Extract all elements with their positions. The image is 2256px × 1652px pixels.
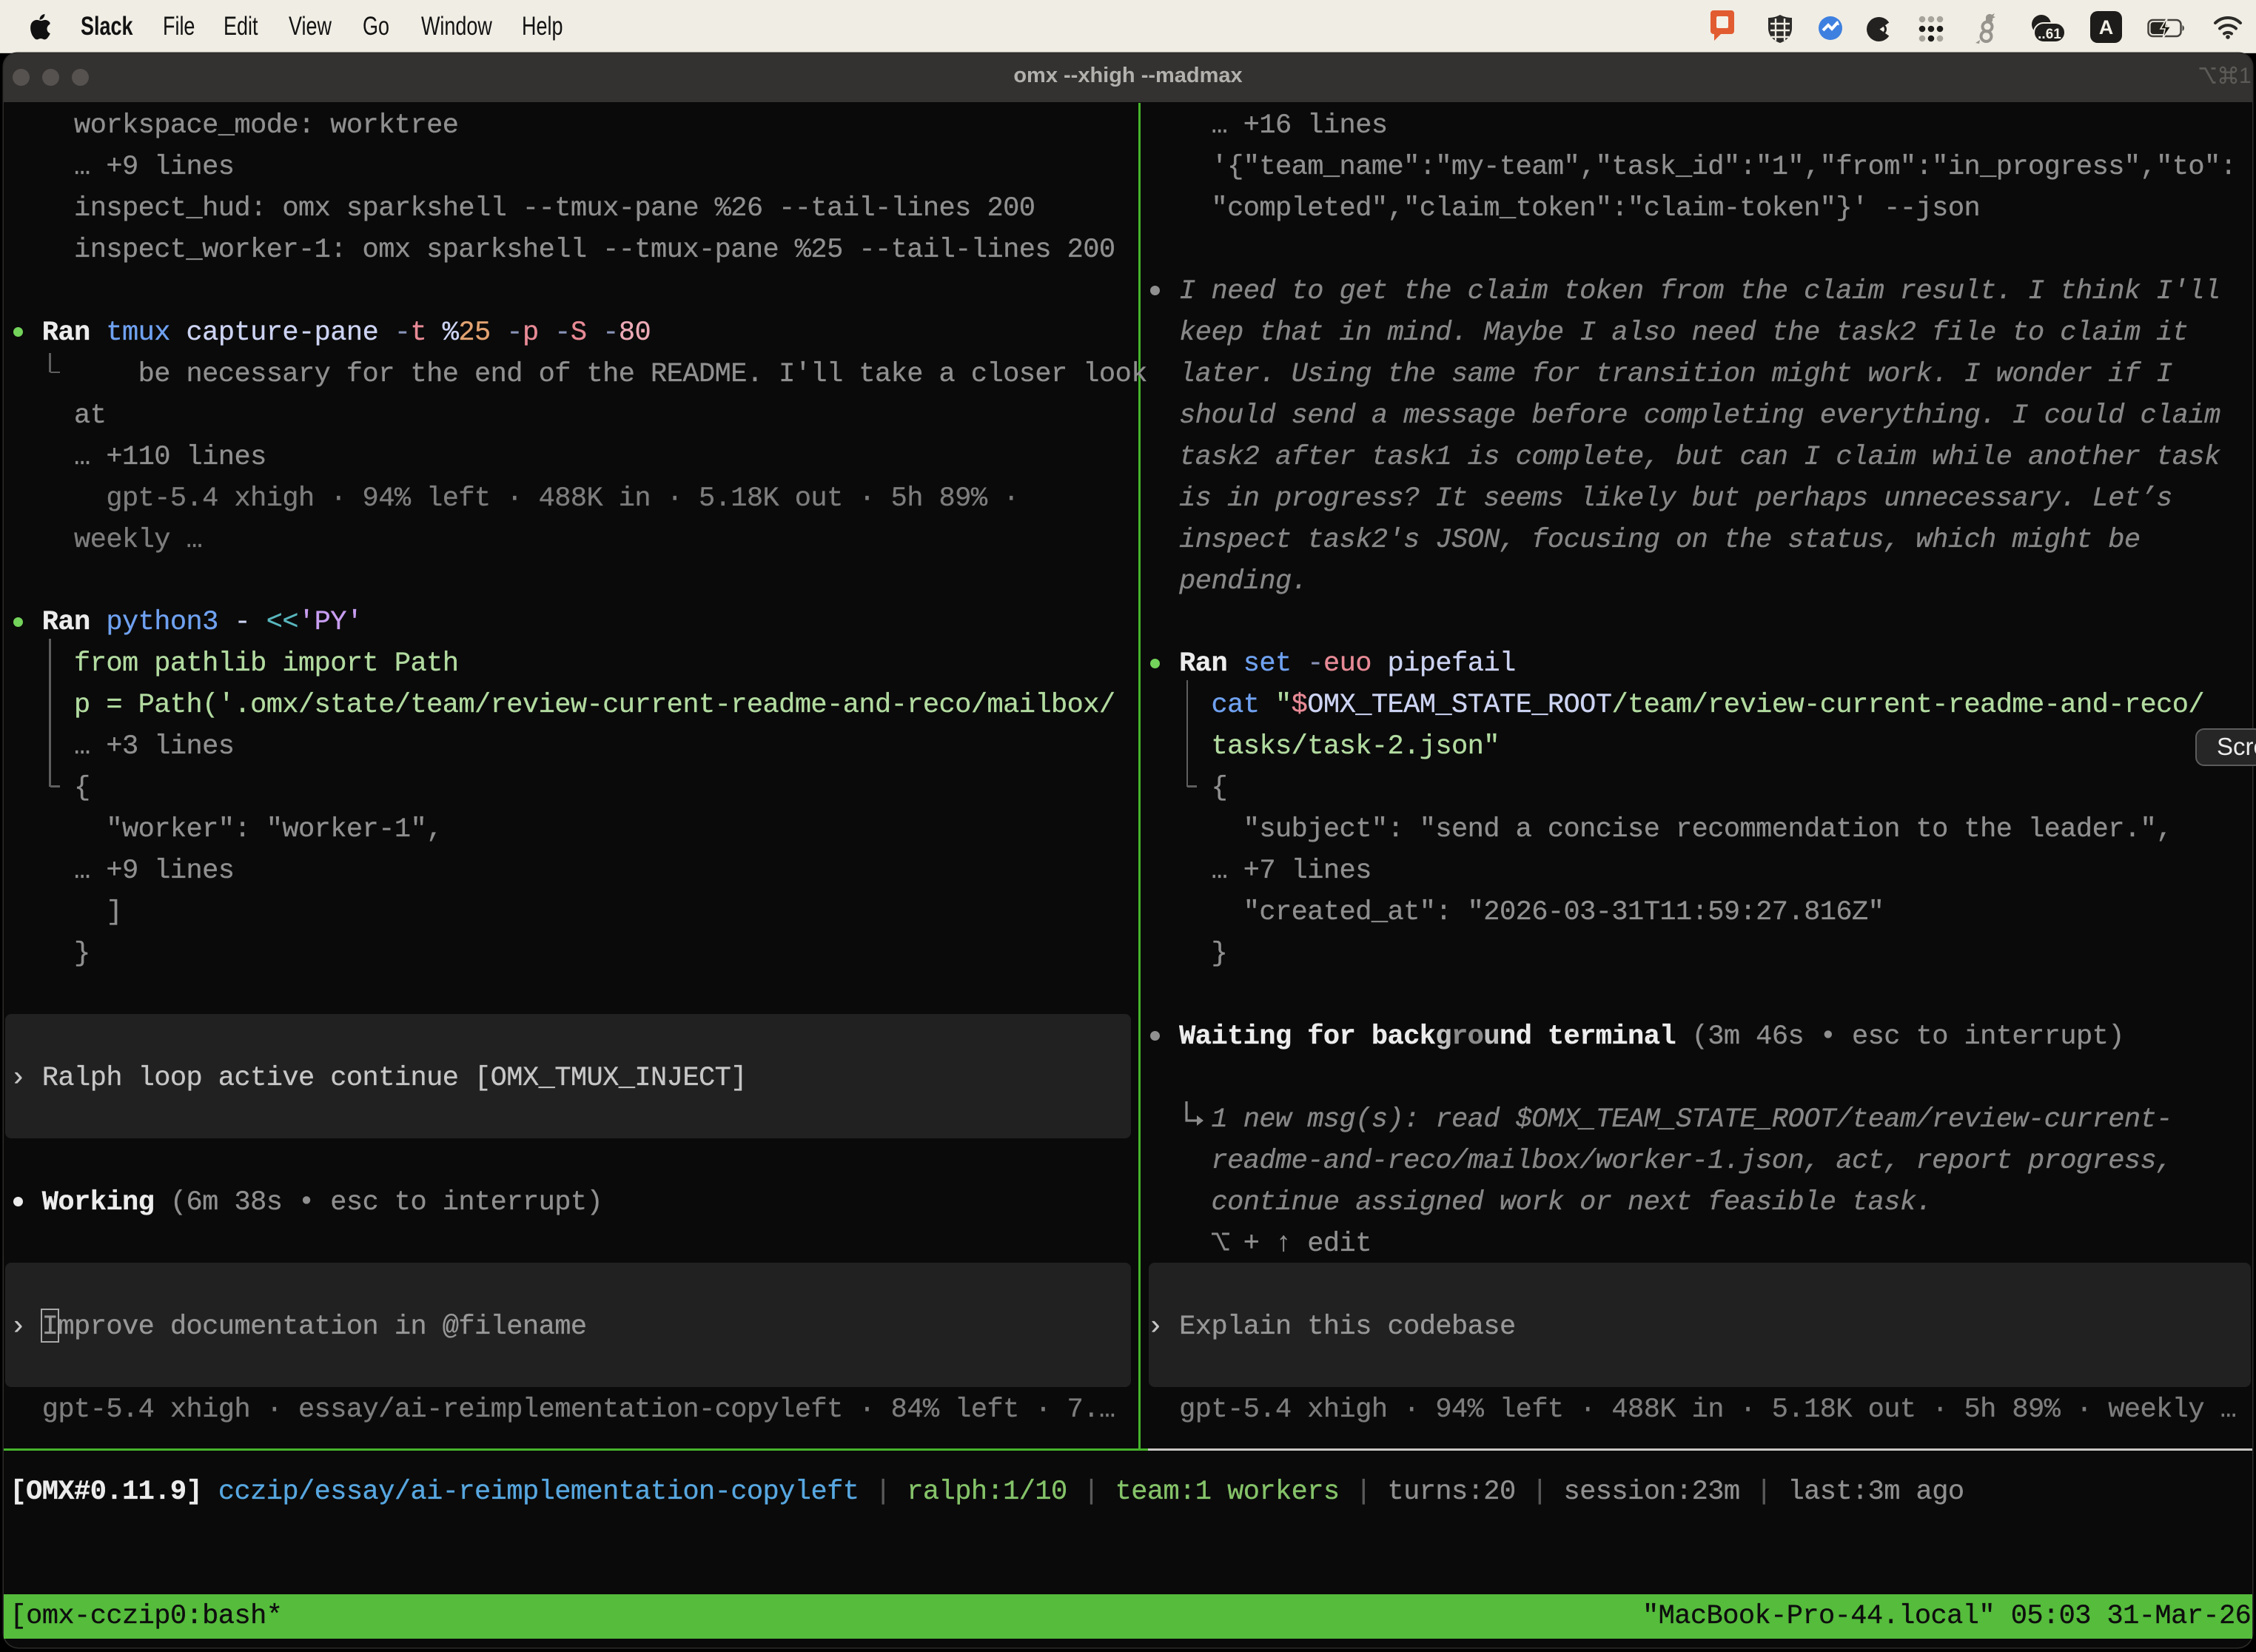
svg-text:A: A — [2099, 16, 2114, 38]
svg-text:..61: ..61 — [2038, 27, 2061, 42]
